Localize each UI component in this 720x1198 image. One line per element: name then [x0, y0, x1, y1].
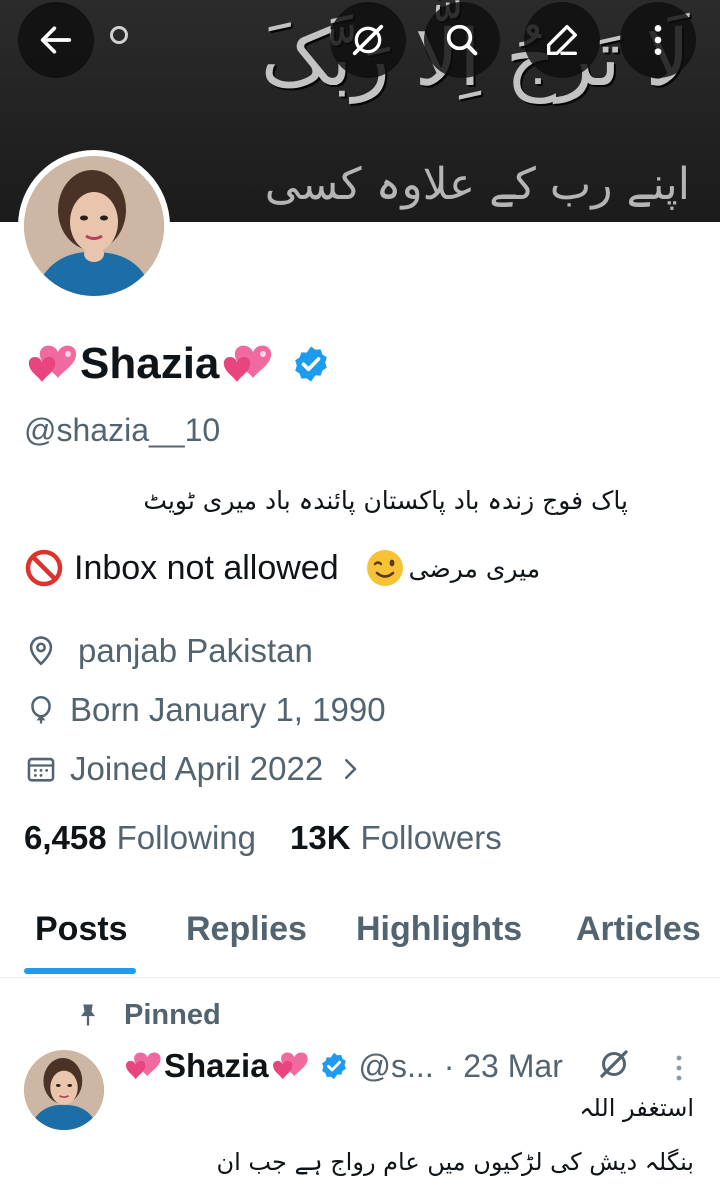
search-icon — [446, 24, 478, 56]
post-author-handle: @s... — [358, 1047, 434, 1084]
profile-avatar[interactable] — [18, 150, 170, 302]
calendar-icon — [27, 757, 55, 782]
verified-badge-icon — [321, 1052, 346, 1080]
sparkling-heart-icon — [28, 345, 77, 382]
profile-handle: @shazia__10 — [24, 412, 221, 448]
post-text-line-1: استغفر اللہ — [579, 1094, 694, 1122]
profile-display-name: Shazia — [80, 339, 220, 388]
followers-label: Followers — [360, 819, 502, 856]
active-tab-indicator — [24, 968, 136, 974]
prohibited-icon — [25, 549, 63, 587]
joined-text: Joined April 2022 — [70, 750, 324, 787]
banner-calligraphy-line1: لَا تَرجُ اِلَّا رَبَّکَ — [260, 14, 688, 104]
pinned-label: Pinned — [74, 994, 221, 1036]
edit-button[interactable] — [524, 2, 600, 78]
post-author-name[interactable]: Shazia — [164, 1047, 269, 1085]
follow-counts: 6,458 Following 13K Followers — [24, 814, 502, 862]
profile-name-row: Shazia — [24, 333, 331, 395]
sparkling-heart-icon — [126, 1052, 161, 1080]
bio-urdu-text: میری مرضی — [408, 553, 541, 583]
birthday-text: Born January 1, 1990 — [70, 691, 386, 728]
more-vertical-icon — [654, 25, 662, 55]
followers-count: 13K — [290, 819, 351, 856]
followers-link[interactable]: 13K Followers — [290, 819, 502, 857]
profile-joined[interactable]: Joined April 2022 — [24, 747, 377, 791]
banner-calligraphy-line2: اپنے رب کے علاوہ کسی سے امید — [264, 159, 690, 210]
pinned-text: Pinned — [124, 998, 221, 1031]
grok-button[interactable] — [330, 2, 406, 78]
location-pin-icon — [29, 636, 53, 666]
grok-icon[interactable] — [596, 1046, 632, 1082]
sparkling-heart-icon — [272, 1052, 308, 1080]
winking-face-icon — [366, 550, 403, 586]
search-button[interactable] — [424, 2, 500, 78]
following-label: Following — [116, 819, 256, 856]
post-date[interactable]: · 23 Mar — [444, 1048, 563, 1085]
tab-articles[interactable]: Articles — [576, 910, 701, 949]
back-button[interactable] — [18, 2, 94, 78]
chevron-right-icon — [345, 759, 357, 779]
bio-inbox-text: Inbox not allowed — [74, 548, 339, 587]
post-author-avatar[interactable] — [24, 1050, 104, 1130]
sparkling-heart-icon — [224, 345, 272, 382]
profile-location: panjab Pakistan — [24, 629, 313, 673]
banner-decoration — [110, 26, 128, 44]
profile-birthday: Born January 1, 1990 — [24, 688, 386, 732]
tab-highlights[interactable]: Highlights — [356, 910, 522, 949]
tab-replies[interactable]: Replies — [186, 910, 307, 949]
profile-tabs: Posts Replies Highlights Articles — [0, 898, 720, 978]
following-count: 6,458 — [24, 819, 107, 856]
tab-posts[interactable]: Posts — [35, 910, 128, 949]
balloon-icon — [31, 695, 51, 724]
post-text-line-2: بنگلہ دیش کی لڑکیوں میں عام رواج ہے جب ا… — [216, 1148, 694, 1176]
post-header: Shazia @s... · 23 Mar — [122, 1042, 563, 1090]
avatar-image — [24, 156, 164, 296]
more-vertical-icon[interactable] — [664, 1048, 694, 1088]
arrow-left-icon — [40, 26, 72, 54]
pin-icon — [81, 1004, 95, 1026]
bio-line-2: Inbox not allowed میری مرضی — [24, 543, 540, 593]
more-options-button[interactable] — [620, 2, 696, 78]
verified-badge-icon[interactable] — [291, 344, 331, 384]
bio-line-1: پاک فوج زندہ باد پاکستان پائندہ باد میری… — [143, 486, 628, 515]
grok-icon — [352, 24, 384, 56]
edit-icon — [547, 25, 577, 55]
following-link[interactable]: 6,458 Following — [24, 819, 256, 857]
location-text: panjab Pakistan — [78, 632, 313, 669]
